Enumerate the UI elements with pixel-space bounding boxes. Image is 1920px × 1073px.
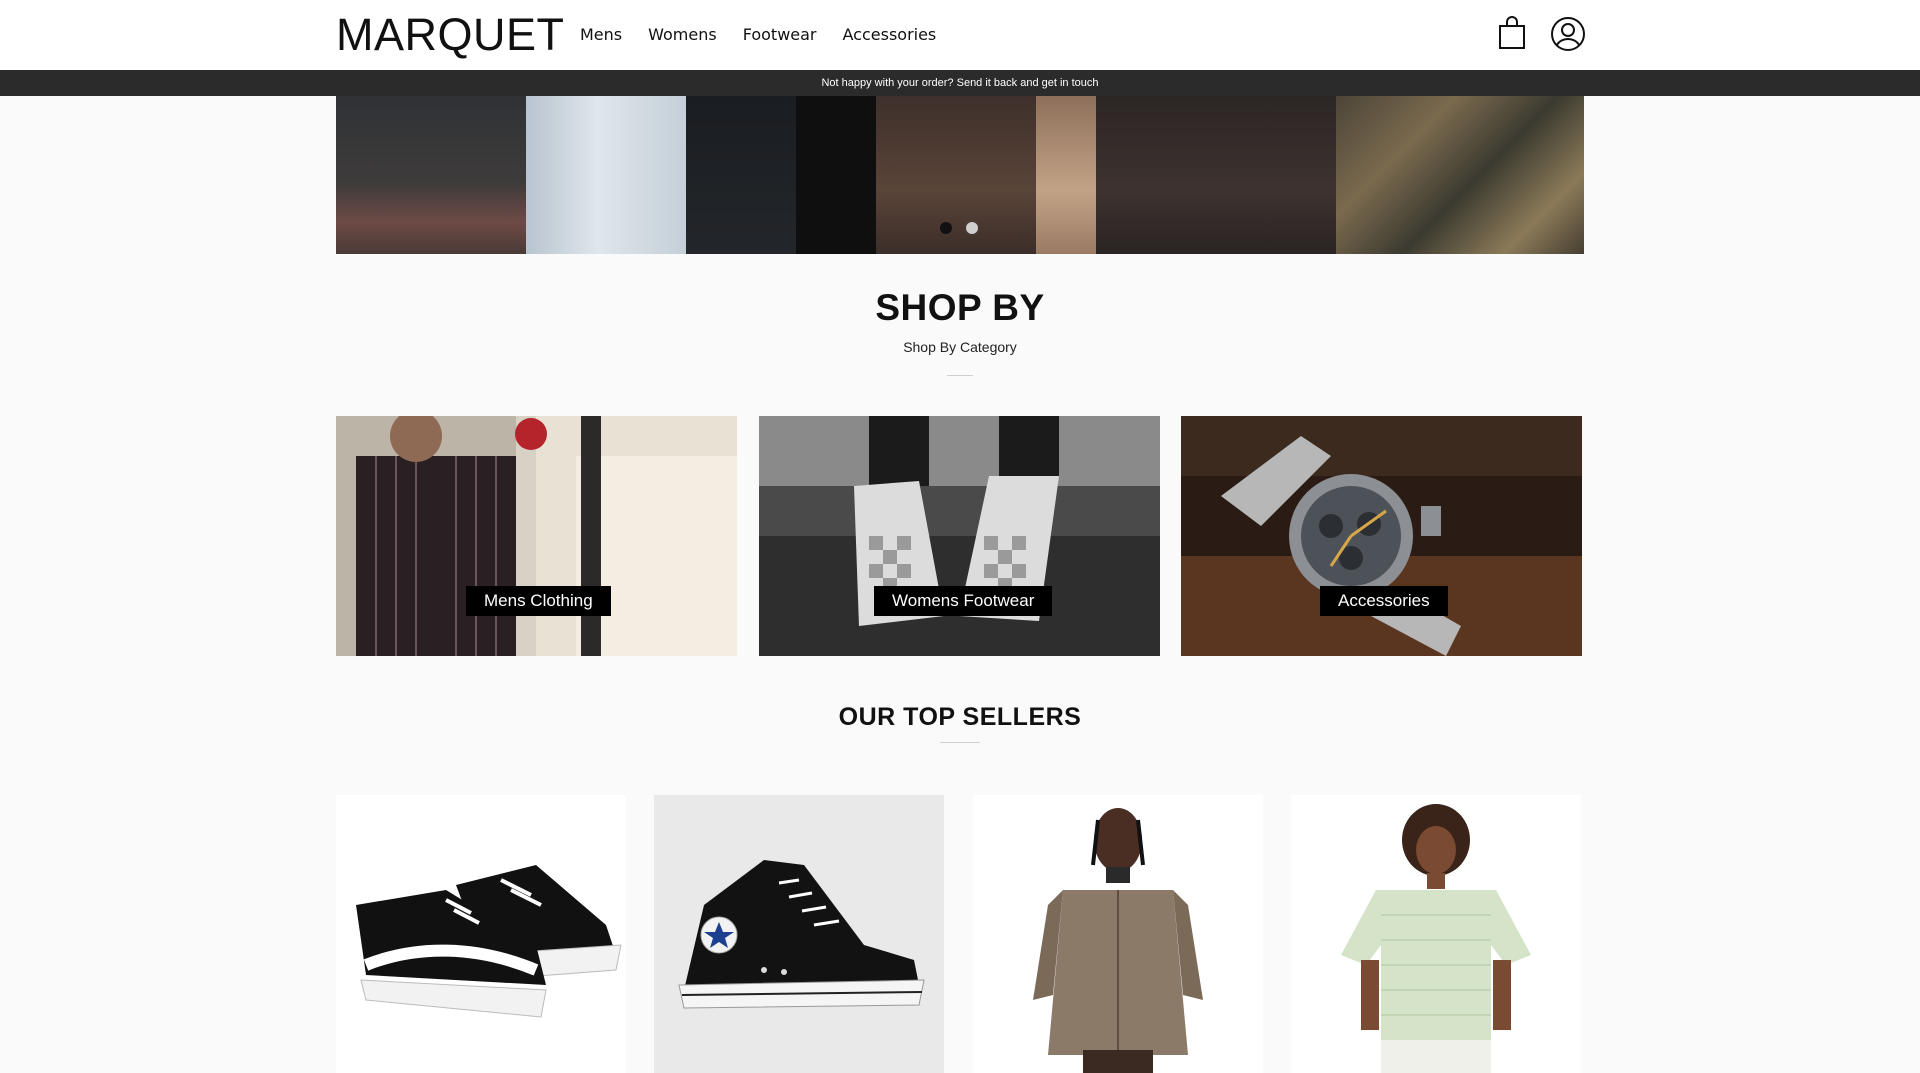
shopping-bag-icon[interactable]	[1498, 16, 1526, 50]
category-tile-mens-clothing[interactable]: Mens Clothing	[336, 416, 737, 656]
hero-image-shadow	[796, 96, 876, 254]
category-tile-womens-footwear[interactable]: Womens Footwear	[759, 416, 1160, 656]
shop-by-heading: SHOP BY	[875, 287, 1045, 328]
high-top-sneaker-image	[654, 795, 944, 1073]
womens-footwear-image	[759, 416, 1160, 656]
mens-clothing-image	[336, 416, 737, 656]
nav-womens[interactable]: Womens	[648, 24, 717, 46]
product-card-work-jacket[interactable]	[973, 795, 1263, 1073]
hero-image-background	[1096, 96, 1336, 254]
user-account-icon[interactable]	[1550, 16, 1586, 52]
hero-image-boot	[1036, 96, 1096, 254]
hero-image-dark-coat	[686, 96, 796, 254]
announcement-bar: Not happy with your order? Send it back …	[0, 70, 1920, 96]
hero-image-camo-bag	[1336, 96, 1584, 254]
top-sellers-divider	[940, 742, 980, 743]
site-logo[interactable]: MARQUET	[336, 10, 565, 60]
low-top-sneaker-image	[336, 795, 626, 1073]
work-jacket-image	[973, 795, 1263, 1073]
main-nav: Mens Womens Footwear Accessories	[580, 24, 936, 46]
shop-by-subtitle: Shop By Category	[903, 339, 1017, 355]
striped-tee-image	[1291, 795, 1581, 1073]
category-label: Accessories	[1320, 586, 1448, 616]
shop-by-divider	[947, 375, 973, 376]
top-sellers-heading: OUR TOP SELLERS	[838, 703, 1082, 731]
nav-footwear[interactable]: Footwear	[743, 24, 817, 46]
nav-mens[interactable]: Mens	[580, 24, 622, 46]
category-label: Mens Clothing	[466, 586, 611, 616]
hero-image-shopping-bag-white	[526, 96, 686, 254]
carousel-dot-1[interactable]	[940, 222, 952, 234]
hero-image-street	[336, 96, 526, 254]
site-header: MARQUET Mens Womens Footwear Accessories	[0, 0, 1920, 70]
carousel-dot-2[interactable]	[966, 222, 978, 234]
product-card-striped-tee[interactable]	[1291, 795, 1581, 1073]
carousel-dots	[940, 222, 978, 234]
accessories-image	[1181, 416, 1582, 656]
product-card-high-top-sneaker[interactable]	[654, 795, 944, 1073]
nav-accessories[interactable]: Accessories	[843, 24, 937, 46]
category-tile-accessories[interactable]: Accessories	[1181, 416, 1582, 656]
category-label: Womens Footwear	[874, 586, 1053, 616]
product-card-low-top-sneaker[interactable]	[336, 795, 626, 1073]
